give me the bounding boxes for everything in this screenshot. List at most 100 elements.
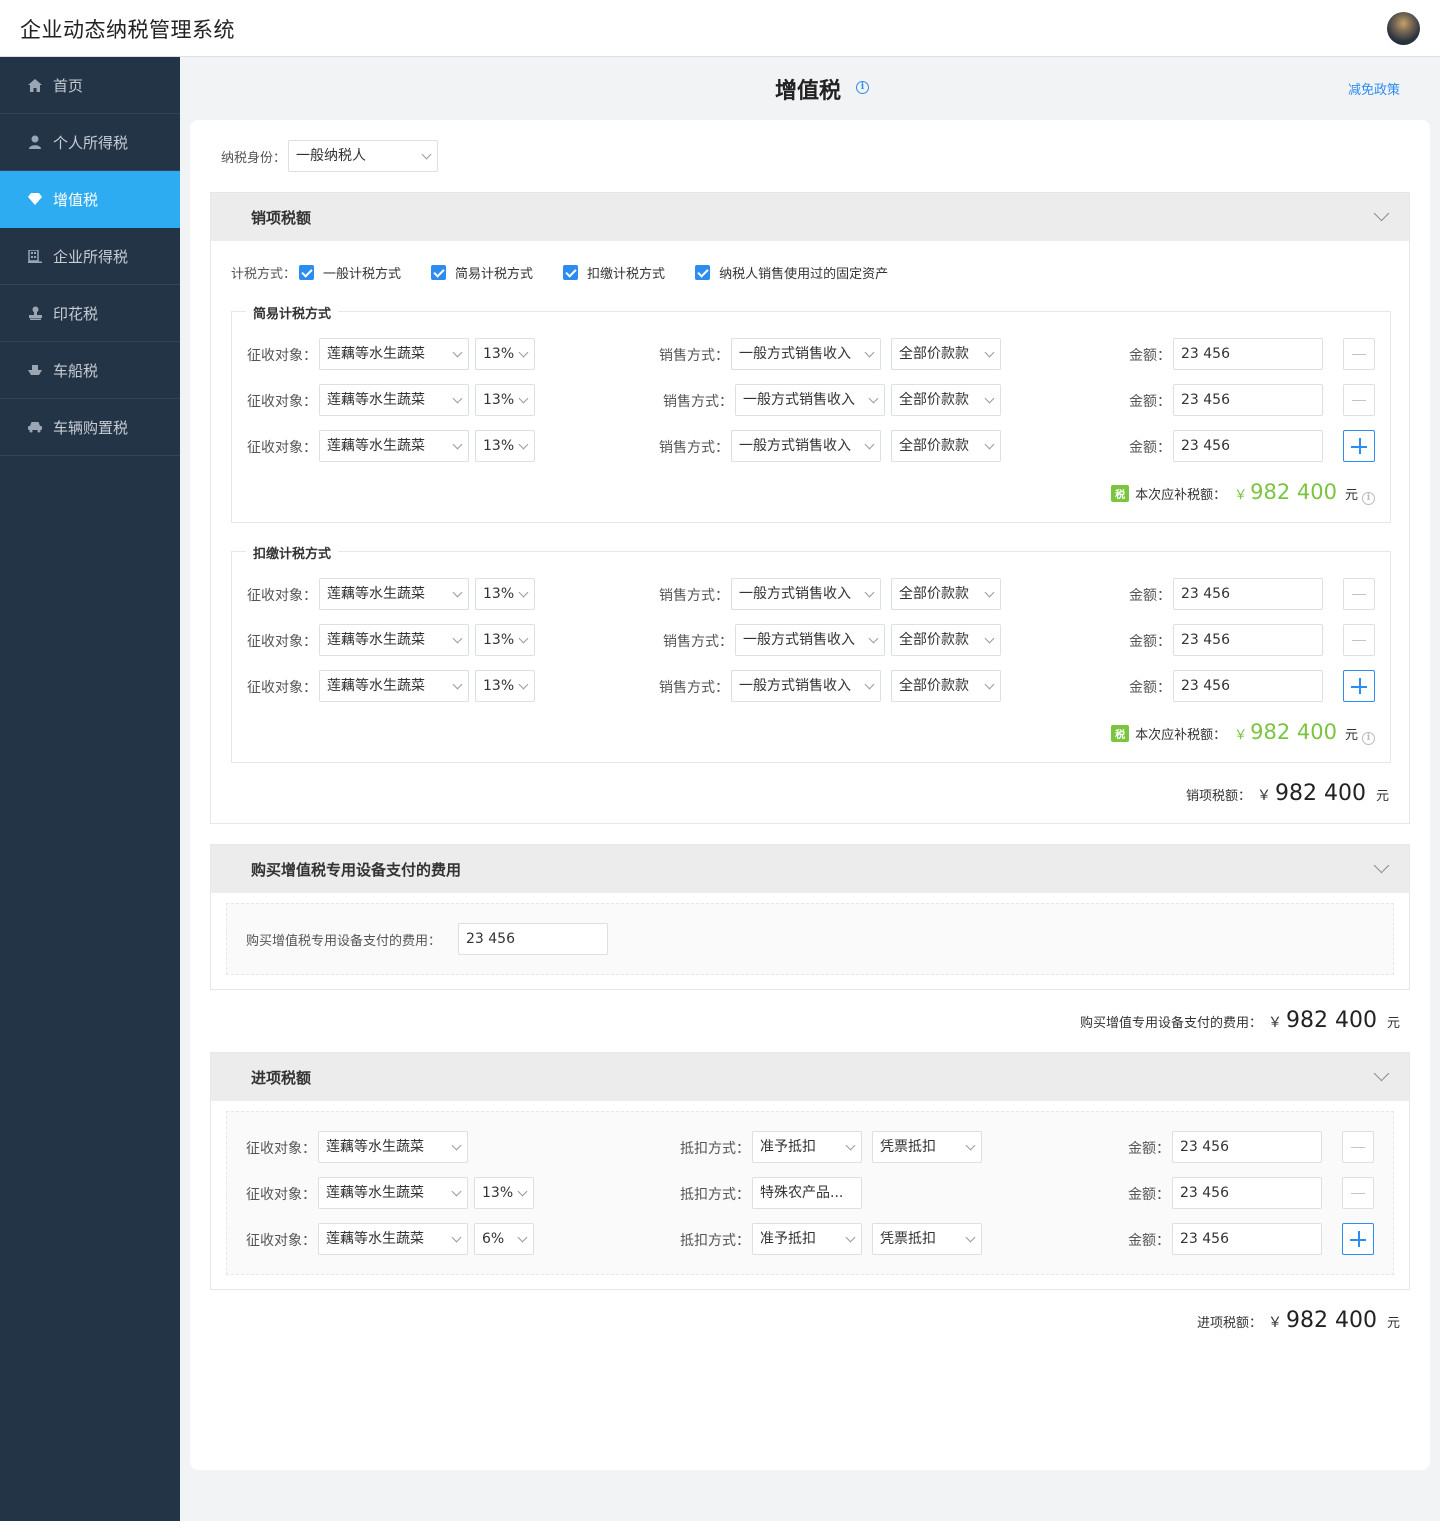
price-select[interactable]: 全部价款款 (891, 624, 1001, 656)
section-header[interactable]: 进项税额 (211, 1053, 1409, 1101)
sale-method-select[interactable]: 一般方式销售收入 (735, 624, 885, 656)
fieldset-legend: 简易计税方式 (246, 303, 339, 322)
sale-method-label: 销售方式： (659, 440, 729, 456)
withhold-subtotal: 税 本次应补税额： ￥ 982 400 元 i (1111, 720, 1375, 745)
amount-input[interactable] (1173, 670, 1323, 702)
taxpayer-select[interactable]: 一般纳税人 (288, 140, 439, 172)
chevron-down-icon[interactable] (1373, 205, 1390, 222)
deduct-method-select[interactable]: 准予抵扣 (752, 1223, 862, 1255)
sidebar-item-corporate-income-tax[interactable]: 企业所得税 (0, 228, 180, 285)
rate-select[interactable]: 6% (474, 1223, 534, 1255)
policy-link[interactable]: 减免政策 (1348, 79, 1400, 98)
currency-symbol: ￥ (1234, 488, 1248, 503)
amount-label: 金额： (1128, 1141, 1170, 1157)
object-select[interactable]: 莲藕等水生蔬菜 (318, 1177, 468, 1209)
method-checkbox-simple[interactable]: 简易计税方式 (431, 263, 533, 282)
info-icon[interactable]: i (1362, 732, 1375, 745)
method-checkbox-general[interactable]: 一般计税方式 (299, 263, 401, 282)
rate-select[interactable]: 13% (475, 578, 535, 610)
object-select[interactable]: 莲藕等水生蔬菜 (319, 430, 469, 462)
equipment-amount-input[interactable] (458, 923, 608, 955)
total-amount: 982 400 (1286, 1008, 1377, 1033)
amount-label: 金额： (1129, 348, 1171, 364)
price-select[interactable]: 全部价款款 (891, 384, 1001, 416)
sidebar-item-home[interactable]: 首页 (0, 57, 180, 114)
chevron-down-icon[interactable] (1373, 1065, 1390, 1082)
sidebar-item-vehicle-purchase-tax[interactable]: 车辆购置税 (0, 399, 180, 456)
rate-select[interactable]: 13% (475, 430, 535, 462)
deduct-method-select[interactable]: 准予抵扣 (752, 1131, 862, 1163)
amount-input[interactable] (1172, 1223, 1322, 1255)
amount-label: 金额： (1129, 440, 1171, 456)
sidebar-item-personal-income-tax[interactable]: 个人所得税 (0, 114, 180, 171)
amount-label: 金额： (1128, 1233, 1170, 1249)
sale-method-select[interactable]: 一般方式销售收入 (731, 430, 881, 462)
object-label: 征收对象： (247, 588, 317, 604)
page-header: 增值税 i 减免政策 (180, 57, 1440, 120)
remove-row-button[interactable] (1342, 1131, 1374, 1163)
sidebar-item-stamp-tax[interactable]: 印花税 (0, 285, 180, 342)
object-select[interactable]: 莲藕等水生蔬菜 (318, 1131, 468, 1163)
sale-method-select[interactable]: 一般方式销售收入 (731, 578, 881, 610)
remove-row-button[interactable] (1343, 624, 1375, 656)
checkbox-checked-icon (695, 265, 711, 280)
object-select[interactable]: 莲藕等水生蔬菜 (318, 1223, 468, 1255)
method-checkbox-withhold[interactable]: 扣缴计税方式 (563, 263, 665, 282)
sidebar-item-vessel-tax[interactable]: 车船税 (0, 342, 180, 399)
price-select[interactable]: 全部价款款 (891, 578, 1001, 610)
tax-row: 征收对象： 莲藕等水生蔬菜 抵扣方式： 准予抵扣 凭票抵扣 金额： (227, 1131, 1393, 1163)
price-select[interactable]: 全部价款款 (891, 338, 1001, 370)
remove-row-button[interactable] (1343, 338, 1375, 370)
info-icon[interactable]: i (1362, 492, 1375, 505)
add-row-button[interactable] (1342, 1223, 1374, 1255)
section-title: 销项税额 (251, 209, 312, 227)
sale-method-label: 销售方式： (659, 588, 729, 604)
sidebar-item-label: 增值税 (53, 190, 99, 209)
object-select[interactable]: 莲藕等水生蔬菜 (319, 670, 469, 702)
amount-input[interactable] (1173, 338, 1323, 370)
object-select[interactable]: 莲藕等水生蔬菜 (319, 624, 469, 656)
section-header[interactable]: 购买增值税专用设备支付的费用 (211, 845, 1409, 893)
chevron-down-icon[interactable] (1373, 857, 1390, 874)
object-label: 征收对象： (247, 348, 317, 364)
sale-method-select[interactable]: 一般方式销售收入 (731, 338, 881, 370)
object-select[interactable]: 莲藕等水生蔬菜 (319, 578, 469, 610)
section-header[interactable]: 销项税额 (211, 193, 1409, 241)
add-row-button[interactable] (1343, 430, 1375, 462)
amount-input[interactable] (1173, 384, 1323, 416)
object-select[interactable]: 莲藕等水生蔬菜 (319, 384, 469, 416)
rate-select[interactable]: 13% (475, 670, 535, 702)
rate-select[interactable]: 13% (475, 384, 535, 416)
price-select[interactable]: 全部价款款 (891, 430, 1001, 462)
sale-method-select[interactable]: 一般方式销售收入 (731, 670, 881, 702)
avatar[interactable] (1387, 12, 1420, 45)
amount-input[interactable] (1173, 430, 1323, 462)
amount-input[interactable] (1173, 624, 1323, 656)
amount-input[interactable] (1172, 1131, 1322, 1163)
add-row-button[interactable] (1343, 670, 1375, 702)
remove-row-button[interactable] (1343, 578, 1375, 610)
rate-select[interactable]: 13% (475, 338, 535, 370)
method-checkbox-fixed-assets[interactable]: 纳税人销售使用过的固定资产 (695, 263, 888, 282)
remove-row-button[interactable] (1343, 384, 1375, 416)
remove-row-button[interactable] (1342, 1177, 1374, 1209)
object-select[interactable]: 莲藕等水生蔬菜 (319, 338, 469, 370)
sidebar-item-vat[interactable]: 增值税 (0, 171, 180, 228)
total-unit: 元 (1386, 1316, 1400, 1331)
sale-method-select[interactable]: 一般方式销售收入 (735, 384, 885, 416)
deduct-method-select[interactable]: 特殊农产品... (752, 1177, 862, 1209)
voucher-select[interactable]: 凭票抵扣 (872, 1131, 982, 1163)
currency-symbol: ￥ (1234, 728, 1248, 743)
currency-symbol: ￥ (1268, 1315, 1282, 1331)
rate-select[interactable]: 13% (475, 624, 535, 656)
object-label: 征收对象： (247, 634, 317, 650)
price-select[interactable]: 全部价款款 (891, 670, 1001, 702)
rate-select[interactable]: 13% (474, 1177, 534, 1209)
amount-input[interactable] (1172, 1177, 1322, 1209)
user-icon (28, 135, 42, 149)
input-tax-box: 征收对象： 莲藕等水生蔬菜 抵扣方式： 准予抵扣 凭票抵扣 金额： 征收对象： … (226, 1111, 1394, 1275)
total-amount: 982 400 (1275, 781, 1366, 806)
info-icon[interactable]: i (856, 81, 869, 94)
voucher-select[interactable]: 凭票抵扣 (872, 1223, 982, 1255)
amount-input[interactable] (1173, 578, 1323, 610)
